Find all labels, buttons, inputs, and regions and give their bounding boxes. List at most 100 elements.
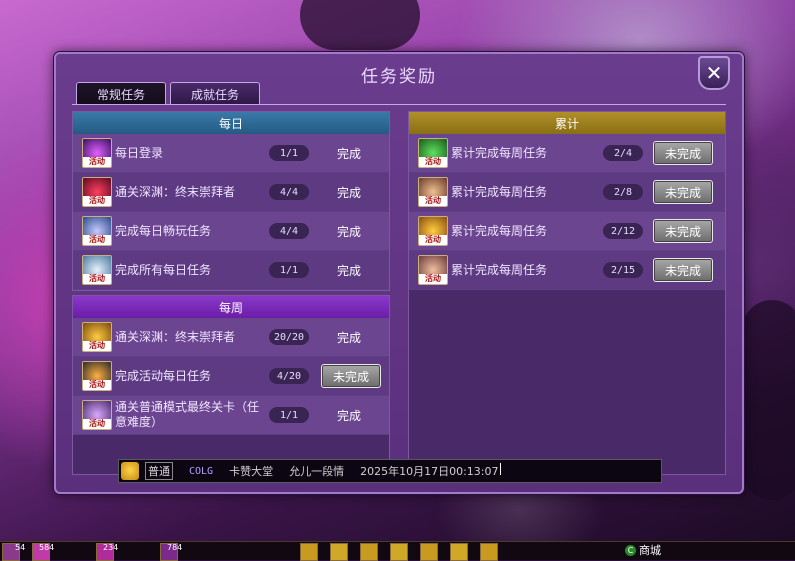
task-status-complete: 完成 (336, 146, 361, 161)
task-name: 完成每日畅玩任务 (115, 223, 212, 238)
weekly-header: 每周 (73, 296, 389, 318)
coin-icon: C (625, 544, 636, 556)
hotbar-slot[interactable]: 234 (96, 543, 118, 561)
task-incomplete-button[interactable]: 未完成 (653, 141, 713, 165)
task-name: 累计完成每周任务 (451, 223, 548, 238)
chat-bar[interactable]: 普通 COLG 卡赞大堂 允儿一段情 2025年10月17日00:13:07 (118, 459, 662, 483)
task-name: 累计完成每周任务 (451, 184, 548, 199)
hotbar-slot[interactable] (450, 543, 468, 561)
abyss-icon: 活动 (82, 177, 112, 207)
background-silhouette-right (742, 300, 795, 500)
hotbar-slot[interactable] (300, 543, 318, 561)
hotbar-slot[interactable] (480, 543, 498, 561)
task-progress: 2/15 (603, 262, 643, 278)
task-progress: 1/1 (269, 407, 309, 423)
text-cursor (499, 463, 501, 475)
chat-input[interactable]: 普通 COLG 卡赞大堂 允儿一段情 2025年10月17日00:13:07 (145, 462, 501, 480)
task-progress: 4/20 (269, 368, 309, 384)
activity-tag: 活动 (419, 235, 447, 245)
daily-section: 每日 活动 每日登录 1/1 完成 活动 通关深渊：终末崇拜者 4/4 完成 活动 完成每日畅玩任… (72, 111, 390, 291)
task-status-complete: 完成 (336, 263, 361, 278)
activity-tag: 活动 (83, 235, 111, 245)
task-incomplete-button[interactable]: 未完成 (653, 180, 713, 204)
slot-count: 54 (15, 543, 26, 552)
slot-count: 234 (103, 543, 119, 552)
activity-tag: 活动 (83, 380, 111, 390)
tab-regular-tasks[interactable]: 常规任务 (76, 82, 166, 105)
task-row: 活动 通关普通模式最终关卡（任意难度） 1/1 完成 (73, 396, 389, 435)
abyss-weekly-icon: 活动 (82, 322, 112, 352)
hotbar-slot[interactable] (420, 543, 438, 561)
task-progress: 2/8 (603, 184, 643, 200)
task-incomplete-button[interactable]: 未完成 (653, 219, 713, 243)
hotbar: 54 584 234 784 (0, 541, 795, 561)
cumulative-icon-2: 活动 (418, 177, 448, 207)
chat-text-2: 允儿一段情 (289, 465, 345, 478)
task-name: 通关普通模式最终关卡（任意难度） (115, 400, 260, 429)
task-name: 完成活动每日任务 (115, 368, 212, 383)
activity-tag: 活动 (83, 157, 111, 167)
tab-achievement-tasks[interactable]: 成就任务 (170, 82, 260, 105)
task-row: 活动 通关深渊：终末崇拜者 4/4 完成 (73, 173, 389, 212)
potion-icon: 活动 (82, 361, 112, 391)
task-reward-window: 任务奖励 ✕ 常规任务 成就任务 每日 活动 每日登录 1/1 完成 活动 通关深渊：终末… (54, 52, 744, 494)
chat-source: COLG (189, 465, 214, 477)
cumulative-icon-1: 活动 (418, 138, 448, 168)
activity-tag: 活动 (83, 419, 111, 429)
task-incomplete-button[interactable]: 未完成 (321, 364, 381, 388)
close-button[interactable]: ✕ (698, 56, 730, 90)
tab-divider (72, 104, 726, 105)
shop-button[interactable]: C 商城 (625, 543, 661, 557)
task-row: 活动 累计完成每周任务 2/15 未完成 (409, 251, 725, 290)
task-name: 完成所有每日任务 (115, 262, 212, 277)
task-progress: 1/1 (269, 262, 309, 278)
close-icon: ✕ (705, 61, 723, 85)
activity-tag: 活动 (83, 196, 111, 206)
activity-tag: 活动 (419, 157, 447, 167)
task-row: 活动 通关深渊：终末崇拜者 20/20 完成 (73, 318, 389, 357)
task-name: 通关深渊：终末崇拜者 (115, 184, 236, 199)
task-name: 累计完成每周任务 (451, 145, 548, 160)
hotbar-slot[interactable]: 784 (160, 543, 182, 561)
task-status-complete: 完成 (336, 224, 361, 239)
daily-header: 每日 (73, 112, 389, 134)
task-row: 活动 累计完成每周任务 2/4 未完成 (409, 134, 725, 173)
slot-count: 584 (39, 543, 55, 552)
hotbar-slot[interactable] (390, 543, 408, 561)
task-name: 累计完成每周任务 (451, 262, 548, 277)
task-incomplete-button[interactable]: 未完成 (653, 258, 713, 282)
task-status-complete: 完成 (336, 330, 361, 345)
activity-tag: 活动 (83, 274, 111, 284)
shop-label: 商城 (639, 544, 661, 557)
task-progress: 2/4 (603, 145, 643, 161)
task-row: 活动 完成活动每日任务 4/20 未完成 (73, 357, 389, 396)
task-progress: 20/20 (269, 329, 309, 345)
task-progress: 4/4 (269, 223, 309, 239)
chat-channel[interactable]: 普通 (145, 462, 173, 480)
task-progress: 1/1 (269, 145, 309, 161)
task-status-complete: 完成 (336, 408, 361, 423)
cumulative-icon-3: 活动 (418, 216, 448, 246)
task-row: 活动 完成每日畅玩任务 4/4 完成 (73, 212, 389, 251)
all-daily-icon: 活动 (82, 255, 112, 285)
activity-tag: 活动 (83, 341, 111, 351)
task-name: 通关深渊：终末崇拜者 (115, 329, 236, 344)
hotbar-slot[interactable] (360, 543, 378, 561)
hotbar-slot[interactable] (330, 543, 348, 561)
chat-timestamp: 2025年10月17日00:13:07 (360, 465, 499, 478)
task-progress: 2/12 (603, 223, 643, 239)
weekly-section: 每周 活动 通关深渊：终末崇拜者 20/20 完成 活动 完成活动每日任务 4/20 未完成活… (72, 295, 390, 475)
chat-emoji-icon[interactable] (121, 462, 139, 480)
slot-count: 784 (167, 543, 183, 552)
cumulative-header: 累计 (409, 112, 725, 134)
hotbar-slot[interactable]: 54 (2, 543, 25, 561)
play-icon: 活动 (82, 216, 112, 246)
background-silhouette (300, 0, 420, 50)
task-row: 活动 累计完成每周任务 2/12 未完成 (409, 212, 725, 251)
hotbar-slot[interactable]: 584 (32, 543, 54, 561)
cumulative-section: 累计 活动 累计完成每周任务 2/4 未完成 活动 累计完成每周任务 2/8 未完成 活动 累计完… (408, 111, 726, 475)
activity-tag: 活动 (419, 274, 447, 284)
daily-login-icon: 活动 (82, 138, 112, 168)
task-row: 活动 完成所有每日任务 1/1 完成 (73, 251, 389, 290)
cumulative-icon-4: 活动 (418, 255, 448, 285)
